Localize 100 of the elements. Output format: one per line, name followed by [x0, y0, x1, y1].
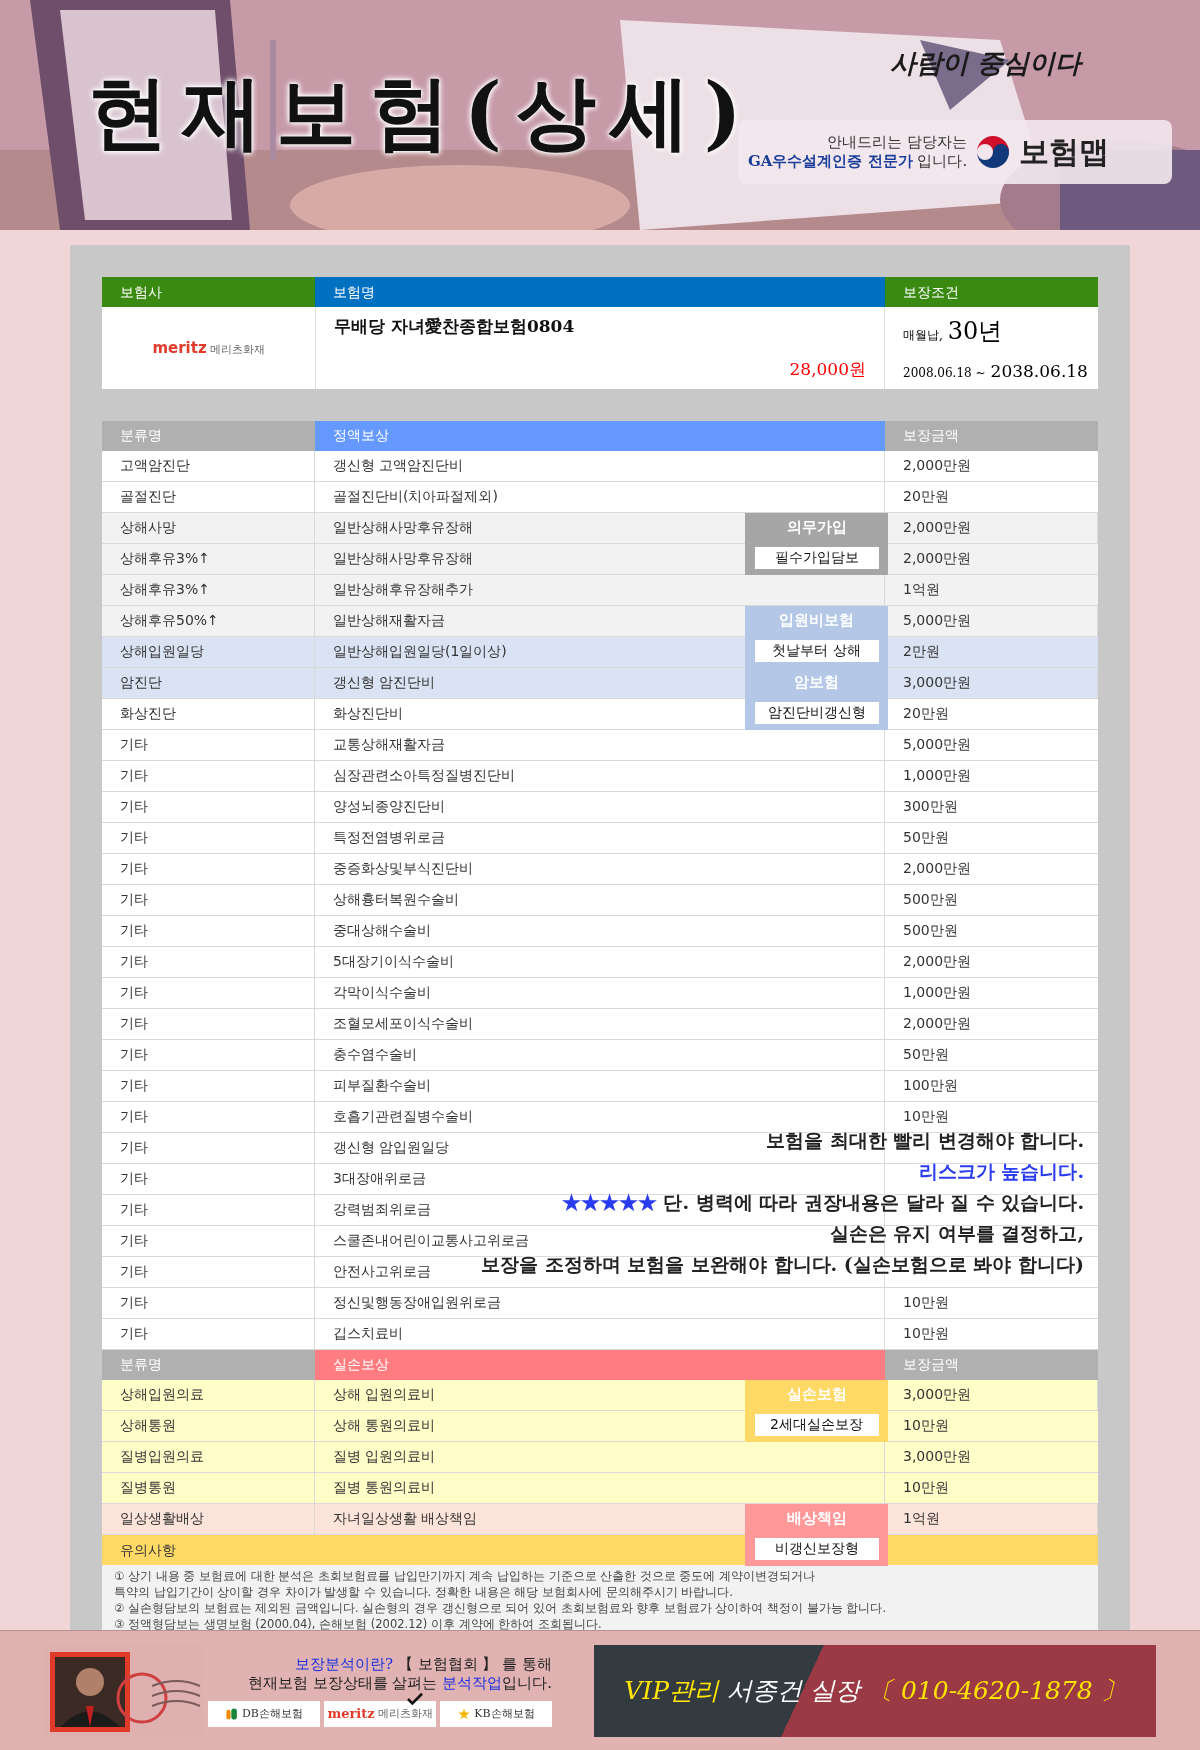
table-cell: 기타 — [120, 798, 148, 816]
table-cell: 기타 — [120, 1015, 148, 1033]
table-cell: 질병 입원의료비 — [333, 1448, 436, 1466]
table-cell: 호흡기관련질병수술비 — [333, 1108, 473, 1126]
table-cell: 3,000만원 — [903, 674, 972, 692]
table-cell: 상해입원의료 — [120, 1386, 204, 1404]
note-text: 특약의 납입기간이 상이할 경우 차이가 발생할 수 있습니다. 정확한 내용은 해당 보험회사에 문의해주시기 바랍니다. — [114, 1584, 734, 1600]
table-cell: 상해후유3%↑ — [120, 550, 210, 568]
table-cell: 특정전염병위로금 — [333, 829, 445, 847]
table-cell: 일반상해후유장해추가 — [333, 581, 473, 599]
table-cell: 심장관련소아특정질병진단비 — [333, 767, 515, 785]
table-cell: 정신및행동장애입원위로금 — [333, 1294, 501, 1312]
table-cell: 기타 — [120, 1325, 148, 1343]
table-cell: 50만원 — [903, 829, 949, 847]
note-text: ② 실손형담보의 보험료는 제외된 금액입니다. 실손형의 경우 갱신형으로 되어 있어 초회보험료와 향후 보험료가 상이하여 책정이 불가능 합니다. — [114, 1600, 888, 1616]
table-cell: 질병 통원의료비 — [333, 1479, 436, 1497]
insurer-logo: KB손해보험 — [440, 1700, 552, 1727]
table-cell: 기타 — [120, 891, 148, 909]
table-cell: 일반상해입원일당(1일이상) — [333, 643, 507, 661]
column-header: 분류명 — [119, 426, 163, 445]
term: 30년 — [947, 316, 1003, 347]
table-cell: 5,000만원 — [903, 612, 972, 630]
contact-phone: 〔 010-4620-1878 〕 — [867, 1675, 1126, 1707]
table-cell: 2,000만원 — [903, 457, 972, 475]
table-cell: 10만원 — [903, 1479, 949, 1497]
table-cell: 교통상해재활자금 — [333, 736, 445, 754]
table-cell: 상해 입원의료비 — [333, 1386, 436, 1404]
column-header: 분류명 — [119, 1355, 163, 1374]
table-cell: 3,000만원 — [903, 1448, 972, 1466]
payment-type: 매월납, — [903, 327, 943, 344]
table-cell: 5대장기이식수술비 — [333, 953, 454, 971]
table-cell: 기타 — [120, 1077, 148, 1095]
coverage-badge: 배상책임 비갱신보장형 — [745, 1504, 888, 1566]
table-cell: 스쿨존내어린이교통사고위로금 — [333, 1232, 529, 1250]
intro-text: 현재보험 보장상태를 살펴는 분석작업입니다. — [247, 1673, 552, 1693]
table-cell: 기타 — [120, 860, 148, 878]
table-cell: 골절진단 — [120, 488, 176, 506]
table-cell: 일반상해사망후유장해 — [333, 550, 473, 568]
table-cell: 상해흉터복원수술비 — [333, 891, 459, 909]
product-name: 무배당 자녀愛찬종합보험0804 — [334, 315, 576, 338]
table-cell: 3,000만원 — [903, 1386, 972, 1404]
table-cell: 상해사망 — [120, 519, 176, 537]
table-cell: 일반상해재활자금 — [333, 612, 445, 630]
table-cell: 강력범죄위로금 — [333, 1201, 431, 1219]
notice-text: 보험을 최대한 빨리 변경해야 합니다. — [765, 1128, 1084, 1153]
table-cell: 기타 — [120, 736, 148, 754]
insurer-logo: DB손해보험 — [208, 1700, 320, 1727]
coverage-badge: 입원비보험 첫날부터 상해 — [745, 606, 888, 668]
table-cell: 충수염수술비 — [333, 1046, 417, 1064]
table-cell: 골절진단비(치아파절제외) — [333, 488, 498, 506]
end-date: 2038.06.18 — [990, 361, 1088, 381]
table-cell: 질병통원 — [120, 1479, 176, 1497]
table-cell: 양성뇌종양진단비 — [333, 798, 445, 816]
table-cell: 2,000만원 — [903, 953, 972, 971]
table-cell: 상해후유50%↑ — [120, 612, 219, 630]
intro-text: 보장분석이란? 【 보험협회 】 를 통해 — [295, 1654, 552, 1674]
note-text: ① 상기 내용 중 보험료에 대한 분석은 초회보험료를 납입만기까지 계속 납입하는 기준으로 산출한 것으로 중도에 계약이변경되거나 — [114, 1568, 817, 1584]
table-cell: 20만원 — [903, 488, 949, 506]
notice-text: 리스크가 높습니다. — [918, 1159, 1084, 1184]
table-cell: 2,000만원 — [903, 519, 972, 537]
table-cell: 500만원 — [903, 891, 958, 909]
table-cell: 3대장애위로금 — [333, 1170, 426, 1188]
table-cell: 20만원 — [903, 705, 949, 723]
table-cell: 깁스치료비 — [333, 1325, 403, 1343]
table-cell: 상해입원일당 — [120, 643, 204, 661]
start-date: 2008.06.18 ~ — [903, 366, 986, 380]
table-cell: 갱신형 고액암진단비 — [333, 457, 464, 475]
table-cell: 상해통원 — [120, 1417, 176, 1435]
table-cell: 상해 통원의료비 — [333, 1417, 436, 1435]
table-cell: 500만원 — [903, 922, 958, 940]
column-header: 보험명 — [315, 277, 885, 307]
contact-tag: VIP관리 — [624, 1674, 719, 1707]
table-cell: 10만원 — [903, 1294, 949, 1312]
table-cell: 50만원 — [903, 1046, 949, 1064]
table-cell: 질병입원의료 — [120, 1448, 204, 1466]
note-text: ③ 정액형담보는 생명보험 (2000.04), 손해보험 (2002.12) 이후 계약에 한하여 조회됩니다. — [114, 1616, 603, 1632]
table-cell: 2,000만원 — [903, 1015, 972, 1033]
table-cell: 300만원 — [903, 798, 958, 816]
db-logo-icon — [225, 1706, 240, 1721]
coverage-badge: 실손보험 2세대실손보장 — [745, 1380, 888, 1442]
brand-name: 보험맵 — [1019, 132, 1110, 171]
table-cell: 기타 — [120, 767, 148, 785]
table-cell: 기타 — [120, 1108, 148, 1126]
column-header: 보장금액 — [902, 1355, 960, 1374]
premium: 28,000원 — [789, 358, 866, 381]
coverage-badge: 암보험 암진단비갱신형 — [745, 668, 888, 730]
column-header: 보장조건 — [885, 277, 1098, 307]
table-cell: 기타 — [120, 1294, 148, 1312]
table-cell: 일상생활배상 — [120, 1510, 204, 1528]
column-header: 정액보상 — [315, 421, 885, 451]
table-cell: 기타 — [120, 922, 148, 940]
table-cell: 100만원 — [903, 1077, 958, 1095]
table-cell: 1,000만원 — [903, 984, 972, 1002]
table-cell: 고액암진단 — [120, 457, 190, 475]
table-cell: 기타 — [120, 829, 148, 847]
slogan: 사람이 중심이다 — [890, 47, 1082, 80]
table-cell: 5,000만원 — [903, 736, 972, 754]
table-cell: 1,000만원 — [903, 767, 972, 785]
notice-text: 실손은 유지 여부를 결정하고, — [829, 1221, 1084, 1246]
table-cell: 기타 — [120, 1046, 148, 1064]
